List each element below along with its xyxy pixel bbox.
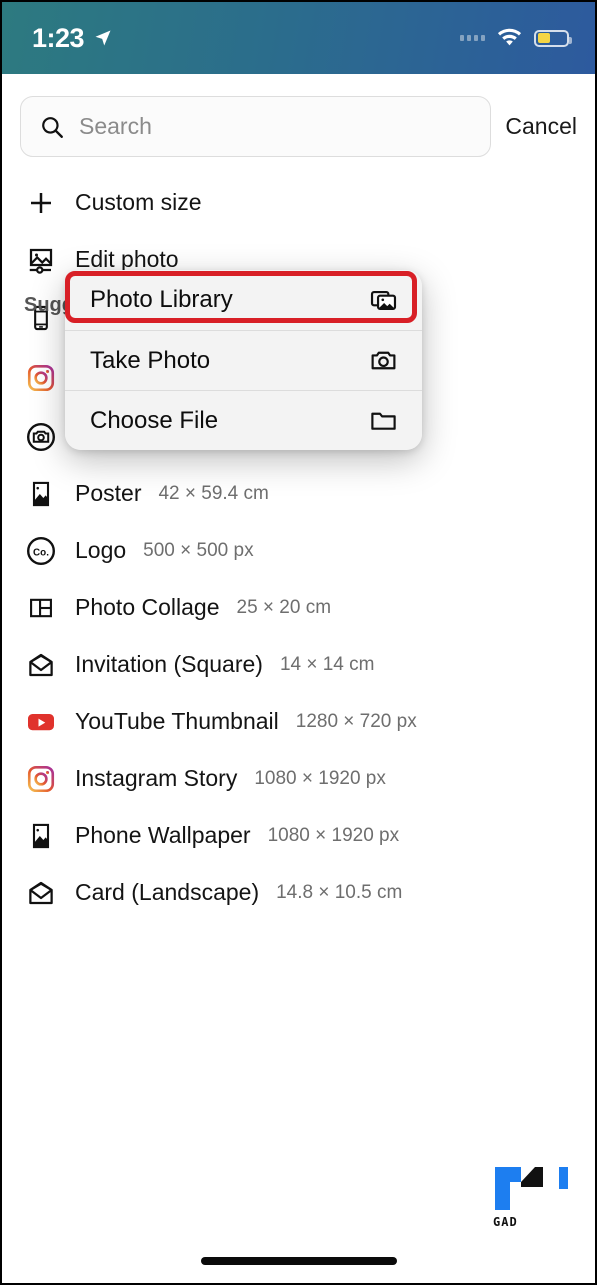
company-logo-icon: Co.	[24, 534, 58, 568]
list-item-label: YouTube Thumbnail	[75, 708, 279, 734]
list-item-label: Instagram Story	[75, 765, 238, 791]
watermark-logo: GAD	[485, 1163, 577, 1235]
list-item-photo-collage[interactable]: Photo Collage 25 × 20 cm	[2, 579, 595, 636]
list-item-dimensions: 25 × 20 cm	[236, 596, 332, 618]
popup-item-label: Take Photo	[90, 346, 211, 374]
instagram-icon	[24, 762, 58, 796]
list-item-dimensions: 42 × 59.4 cm	[158, 482, 269, 504]
portrait-image-icon	[24, 819, 58, 853]
list-item-dimensions: 14.8 × 10.5 cm	[276, 881, 403, 903]
popup-item-take-photo[interactable]: Take Photo	[65, 330, 422, 390]
svg-text:Co.: Co.	[33, 547, 49, 558]
search-row: Search Cancel	[2, 96, 595, 157]
signal-dots-icon	[460, 35, 485, 41]
edit-photo-icon	[24, 243, 58, 277]
list-item-invitation-square[interactable]: Invitation (Square) 14 × 14 cm	[2, 636, 595, 693]
list-item-logo[interactable]: Co. Logo 500 × 500 px	[2, 522, 595, 579]
list-item-label: Edit photo	[75, 246, 179, 272]
collage-grid-icon	[24, 591, 58, 625]
status-bar: 1:23	[2, 2, 595, 74]
list-item-label: Invitation (Square)	[75, 651, 263, 677]
list-item-label: Card (Landscape)	[75, 879, 260, 905]
popup-item-photo-library[interactable]: Photo Library	[65, 270, 422, 330]
folder-icon	[366, 404, 400, 438]
list-item-dimensions: 14 × 14 cm	[279, 653, 375, 675]
wifi-icon	[497, 28, 522, 46]
cancel-button[interactable]: Cancel	[505, 113, 577, 140]
search-input[interactable]: Search	[20, 96, 492, 157]
instagram-icon	[24, 361, 58, 395]
status-bar-clock: 1:23	[32, 22, 85, 53]
list-item-instagram-story[interactable]: Instagram Story 1080 × 1920 px	[2, 750, 595, 807]
watermark-caption: GAD	[493, 1215, 518, 1229]
list-item-card-landscape[interactable]: Card (Landscape) 14.8 × 10.5 cm	[2, 864, 595, 921]
list-item-dimensions: 500 × 500 px	[143, 539, 254, 561]
popup-item-choose-file[interactable]: Choose File	[65, 390, 422, 450]
list-item-poster[interactable]: Poster 42 × 59.4 cm	[2, 465, 595, 522]
popup-item-label: Choose File	[90, 406, 219, 434]
photo-source-popup-menu[interactable]: Photo Library Take Photo Choose File	[65, 270, 422, 450]
envelope-icon	[24, 876, 58, 910]
envelope-icon	[24, 648, 58, 682]
list-item-label: Phone Wallpaper	[75, 822, 251, 848]
photo-stack-icon	[366, 283, 400, 317]
list-item-phone-wallpaper[interactable]: Phone Wallpaper 1080 × 1920 px	[2, 807, 595, 864]
list-item-label: Photo Collage	[75, 594, 220, 620]
list-item-label: Logo	[75, 537, 127, 563]
location-arrow-icon	[95, 30, 111, 46]
portrait-image-icon	[24, 477, 58, 511]
status-bar-left: 1:23	[32, 23, 113, 54]
plus-icon	[24, 186, 58, 220]
list-item-custom-size[interactable]: Custom size	[2, 174, 595, 231]
camera-icon	[366, 344, 400, 378]
list-item-label: Custom size	[75, 189, 202, 215]
list-item-youtube-thumbnail[interactable]: YouTube Thumbnail 1280 × 720 px	[2, 693, 595, 750]
battery-icon	[534, 29, 572, 47]
list-item-label: Poster	[75, 480, 142, 506]
search-placeholder: Search	[79, 113, 152, 139]
camera-circle-icon	[24, 420, 58, 454]
list-item-dimensions: 1080 × 1920 px	[254, 767, 386, 789]
status-bar-right	[460, 28, 572, 48]
search-icon	[42, 116, 63, 138]
home-indicator[interactable]	[200, 1257, 397, 1265]
list-item-dimensions: 1280 × 720 px	[295, 710, 417, 732]
list-item-dimensions: 1080 × 1920 px	[267, 824, 400, 846]
youtube-icon	[24, 705, 58, 739]
popup-item-label: Photo Library	[90, 286, 233, 313]
